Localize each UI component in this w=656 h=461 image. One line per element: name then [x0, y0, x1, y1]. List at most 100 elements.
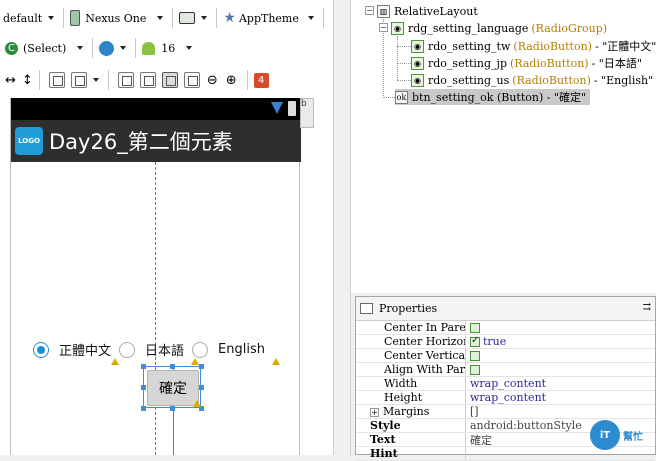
property-name: Hint [356, 447, 466, 460]
checkbox[interactable] [470, 335, 480, 347]
property-value[interactable] [466, 447, 470, 460]
radio-tw[interactable] [33, 341, 49, 358]
checkbox[interactable] [470, 350, 480, 361]
tree-node-button[interactable]: ok btn_setting_ok (Button) - "確定" [395, 89, 591, 105]
expand-vertical-icon[interactable]: ↕ [22, 73, 33, 88]
zoom-in-icon[interactable]: ⊕ [226, 73, 237, 88]
panel-divider[interactable] [333, 0, 351, 455]
radio-jp[interactable] [119, 341, 136, 358]
tree-node-label: rdo_setting_jp [428, 56, 508, 70]
property-value[interactable]: [] [466, 405, 479, 418]
theme-dropdown[interactable]: AppTheme [239, 12, 299, 25]
property-value[interactable]: android:buttonStyle [466, 419, 582, 432]
resize-handle[interactable] [141, 406, 146, 411]
android-icon [142, 41, 156, 55]
layout-bounds-icon[interactable] [117, 72, 134, 88]
properties-title: Properties [379, 302, 438, 315]
toolbar-divider [216, 8, 218, 28]
expand-horizontal-icon[interactable]: ↔ [5, 73, 16, 88]
chevron-down-icon[interactable] [48, 16, 55, 20]
toolbar-divider [135, 38, 137, 58]
tree-node-label: rdo_setting_tw [428, 39, 511, 53]
resize-handle[interactable] [141, 364, 146, 369]
property-value[interactable] [466, 349, 483, 362]
tree-node-rdo-us[interactable]: ◉ rdo_setting_us (RadioButton) - "Englis… [411, 72, 653, 88]
properties-icon [360, 303, 373, 314]
property-name: Align With Par... [356, 363, 466, 376]
radio-us-label: English [218, 342, 265, 357]
radiogroup-icon: ◉ [391, 21, 404, 35]
margins-icon[interactable] [48, 72, 65, 88]
properties-header: Properties ⇉ [356, 297, 655, 321]
property-name-text: Margins [383, 405, 430, 418]
resize-handle[interactable] [170, 406, 175, 411]
property-value[interactable]: wrap_content [466, 391, 546, 404]
property-row[interactable]: Center In Parent [356, 321, 655, 335]
properties-menu-icon[interactable]: ⇉ [643, 302, 651, 313]
warning-icon [193, 400, 201, 407]
chevron-down-icon[interactable] [186, 46, 193, 50]
chevron-down-icon[interactable] [120, 46, 127, 50]
property-value[interactable]: true [466, 335, 506, 348]
config-dropdown[interactable]: default [3, 12, 42, 25]
checkbox[interactable] [470, 322, 480, 333]
collapse-icon[interactable]: − [365, 6, 374, 15]
tree-node-text: - "正體中文" [594, 40, 656, 53]
chevron-down-icon[interactable] [92, 78, 99, 82]
tree-node-radiogroup[interactable]: ◉ rdg_setting_language (RadioGroup) [391, 20, 607, 36]
phone-icon [70, 10, 81, 26]
watermark-text: 幫忙 [623, 431, 643, 443]
property-value[interactable]: wrap_content [466, 377, 546, 390]
baseline-icon[interactable] [139, 72, 156, 88]
property-row[interactable]: Center Horizontal true [356, 335, 655, 349]
refresh-icon[interactable]: C [5, 41, 18, 55]
orientation-icon[interactable] [179, 12, 196, 24]
chevron-down-icon[interactable] [201, 16, 208, 20]
radio-us[interactable] [192, 341, 209, 358]
radio-tw-label: 正體中文 [59, 344, 112, 359]
resize-handle[interactable] [199, 364, 204, 369]
property-row[interactable]: + Margins [] [356, 405, 655, 419]
collapse-icon[interactable]: − [379, 23, 388, 32]
property-value[interactable] [466, 363, 483, 376]
fill-icon[interactable] [70, 72, 87, 88]
property-value[interactable] [466, 321, 483, 334]
tree-node-rdo-tw[interactable]: ◉ rdo_setting_tw (RadioButton) - "正體中文" [411, 38, 656, 54]
toolbar-divider [246, 70, 248, 90]
globe-icon[interactable] [99, 40, 115, 56]
resize-handle[interactable] [141, 385, 146, 390]
zoom-out-icon[interactable]: ⊖ [207, 73, 218, 88]
chevron-down-icon[interactable] [157, 16, 164, 20]
relativelayout-icon: ▥ [377, 4, 390, 18]
tree-node-rdo-jp[interactable]: ◉ rdo_setting_jp (RadioButton) - "日本語" [411, 55, 642, 71]
property-value-text: true [483, 335, 507, 348]
scroll-corner[interactable]: b [300, 98, 314, 128]
toolbar-divider [63, 8, 65, 28]
resize-handle[interactable] [199, 385, 204, 390]
emulate-real-size-icon[interactable] [161, 72, 178, 88]
property-row[interactable]: Width wrap_content [356, 377, 655, 391]
error-count-badge[interactable]: 4 [253, 72, 269, 88]
property-row[interactable]: Center Vertical [356, 349, 655, 363]
property-row[interactable]: Align With Par... [356, 363, 655, 377]
chevron-down-icon[interactable] [77, 46, 84, 50]
property-name: Style [356, 419, 466, 432]
property-row[interactable]: Height wrap_content [356, 391, 655, 405]
resize-handle[interactable] [170, 364, 175, 369]
tree-node-relativelayout[interactable]: ▥ RelativeLayout [377, 3, 478, 19]
property-value[interactable]: 確定 [466, 433, 492, 447]
tree-line [383, 97, 395, 98]
expand-icon[interactable]: + [370, 408, 379, 417]
api-level-dropdown[interactable]: 16 [161, 42, 175, 55]
toolbar-divider [92, 38, 94, 58]
layout-editor: default Nexus One ★ AppTheme C (Select) … [0, 0, 333, 455]
checkbox[interactable] [470, 364, 480, 375]
editor-toolbar-locale: C (Select) 16 [0, 34, 195, 62]
radio-group-language: 正體中文 日本語 English [33, 340, 273, 359]
clip-icon[interactable] [183, 72, 200, 88]
property-name: Center In Parent [356, 321, 466, 334]
chevron-down-icon[interactable] [307, 16, 314, 20]
editor-toolbar-layout: ↔ ↕ ⊖ ⊕ 4 [0, 66, 269, 94]
device-dropdown[interactable]: Nexus One [85, 12, 146, 25]
locale-dropdown[interactable]: (Select) [23, 42, 66, 55]
